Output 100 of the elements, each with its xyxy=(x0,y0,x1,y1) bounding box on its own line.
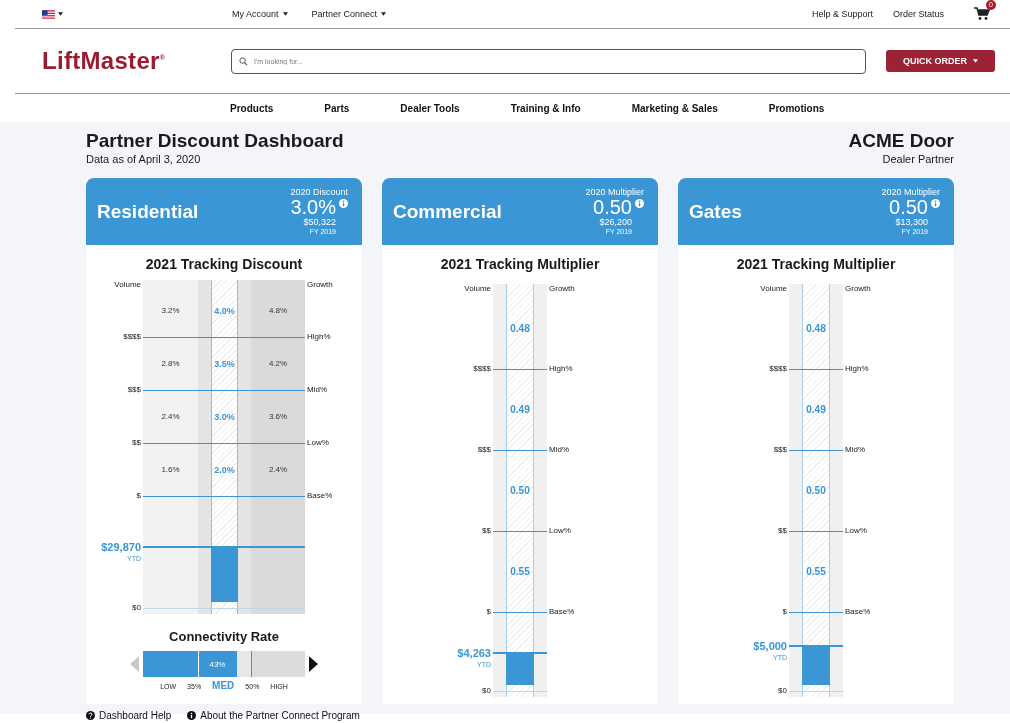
nav-item[interactable]: Promotions xyxy=(768,102,825,114)
tracking-title: 2021 Tracking Multiplier xyxy=(440,255,600,273)
tracking-title: 2021 Tracking Multiplier xyxy=(736,255,896,273)
growth-tier-label: Low% xyxy=(306,438,330,448)
connectivity-title: Connectivity Rate xyxy=(169,629,279,645)
tier-value: 1.6% xyxy=(161,465,180,474)
info-icon[interactable] xyxy=(635,199,644,208)
tracking-title: 2021 Tracking Discount xyxy=(145,255,303,273)
zero-label: $0 xyxy=(777,686,788,696)
tier-value: 0.48 xyxy=(510,323,530,334)
nav-item[interactable]: Marketing & Sales xyxy=(631,102,718,114)
tier-value: 0.50 xyxy=(806,485,826,496)
caret-icon[interactable] xyxy=(58,12,63,16)
volume-label: Volume xyxy=(113,280,142,290)
growth-tier-label: Low% xyxy=(844,526,868,536)
dealer-name: ACME Door xyxy=(848,130,954,152)
tier-value: 3.0% xyxy=(214,411,235,422)
volume-tier-label: $$ xyxy=(777,526,788,536)
volume-tier-label: $$ xyxy=(481,526,492,536)
tier-value: 0.49 xyxy=(510,404,530,415)
growth-label: Growth xyxy=(548,284,576,294)
sales-amount: $13,300 xyxy=(895,217,928,227)
rate-value: 3.0% xyxy=(290,197,336,217)
tier-value: 0.50 xyxy=(510,485,530,496)
caret-icon xyxy=(973,59,978,63)
tier-value: 2.4% xyxy=(161,412,180,421)
growth-label: Growth xyxy=(844,284,872,294)
sales-amount: $50,322 xyxy=(303,217,336,227)
volume-tier-label: $$$ xyxy=(476,445,492,455)
growth-tier-label: Base% xyxy=(306,491,334,501)
rate-value: 0.50 xyxy=(889,197,928,217)
logo[interactable]: LiftMaster$^{®}$ xyxy=(42,47,231,75)
cart-icon[interactable] xyxy=(974,7,990,21)
nav-item[interactable]: Parts xyxy=(324,102,350,114)
volume-tier-label: $$$ xyxy=(126,385,142,395)
account-menu[interactable]: Partner Connect xyxy=(311,9,387,19)
growth-tier-label: High% xyxy=(844,364,870,374)
rate-label: 2020 Discount xyxy=(290,187,348,197)
volume-tier-label: $ xyxy=(135,491,142,501)
footer-link[interactable]: Dashboard Help xyxy=(86,710,172,721)
growth-tier-label: Mid% xyxy=(548,445,570,455)
tier-value: 3.5% xyxy=(214,358,235,369)
next-arrow-button[interactable] xyxy=(309,656,318,672)
caret-icon xyxy=(381,12,387,16)
caret-icon xyxy=(282,12,288,16)
info-icon[interactable] xyxy=(339,199,348,208)
volume-tier-label: $$$$ xyxy=(472,364,492,374)
growth-tier-label: Mid% xyxy=(306,385,328,395)
account-menu[interactable]: My Account xyxy=(232,9,288,19)
flag-icon[interactable] xyxy=(42,9,55,19)
growth-tier-label: High% xyxy=(548,364,574,374)
top-link[interactable]: Help & Support xyxy=(811,9,873,19)
ytd-amount: $5,000 xyxy=(753,638,787,653)
tier-value: 2.0% xyxy=(214,464,235,475)
growth-tier-label: High% xyxy=(306,332,332,342)
quick-order-button[interactable]: QUICK ORDER xyxy=(886,50,995,72)
volume-tier-label: $$ xyxy=(131,438,142,448)
growth-tier-label: Low% xyxy=(548,526,572,536)
zero-label: $0 xyxy=(481,686,492,696)
tier-value: 0.49 xyxy=(806,404,826,415)
ytd-amount: $4,263 xyxy=(457,646,491,661)
rate-label: 2020 Multiplier xyxy=(881,187,940,197)
tier-value: 4.8% xyxy=(268,306,288,315)
connectivity-value: 43% xyxy=(209,659,226,669)
zero-label: $0 xyxy=(131,603,142,613)
tier-value: 4.2% xyxy=(268,359,288,368)
tier-value: 3.2% xyxy=(161,306,180,315)
info-icon[interactable] xyxy=(931,199,940,208)
volume-tier-label: $ xyxy=(485,607,492,617)
category-name: Commercial xyxy=(393,200,502,223)
tier-value: 2.8% xyxy=(161,359,180,368)
nav-item[interactable]: Training & Info xyxy=(510,102,581,114)
nav-item[interactable]: Dealer Tools xyxy=(400,102,460,114)
volume-tier-label: $ xyxy=(781,607,788,617)
tier-value: 0.55 xyxy=(806,566,826,577)
footer-link[interactable]: About the Partner Connect Program xyxy=(187,710,360,721)
volume-label: Volume xyxy=(759,284,788,294)
growth-label: Growth xyxy=(306,280,334,290)
volume-tier-label: $$$ xyxy=(772,445,788,455)
search-icon xyxy=(239,56,248,66)
data-date: Data as of April 3, 2020 xyxy=(86,152,202,166)
nav-item[interactable]: Products xyxy=(230,102,274,114)
rate-label: 2020 Multiplier xyxy=(585,187,644,197)
tier-value: 0.48 xyxy=(806,323,826,334)
dealer-role: Dealer Partner xyxy=(881,152,954,166)
growth-tier-label: Base% xyxy=(548,607,576,617)
scale-label: MED xyxy=(212,680,235,691)
category-name: Residential xyxy=(97,200,199,223)
volume-tier-label: $$$$ xyxy=(768,364,788,374)
sales-amount: $26,200 xyxy=(599,217,632,227)
ytd-amount: $29,870 xyxy=(101,540,141,554)
top-link[interactable]: Order Status xyxy=(892,9,944,19)
page-title: Partner Discount Dashboard xyxy=(86,130,344,152)
volume-tier-label: $$$$ xyxy=(122,332,142,342)
growth-tier-label: Mid% xyxy=(844,445,866,455)
category-name: Gates xyxy=(689,200,742,223)
rate-value: 0.50 xyxy=(593,197,632,217)
volume-label: Volume xyxy=(463,284,492,294)
growth-tier-label: Base% xyxy=(844,607,872,617)
tier-value: 3.6% xyxy=(268,412,288,421)
